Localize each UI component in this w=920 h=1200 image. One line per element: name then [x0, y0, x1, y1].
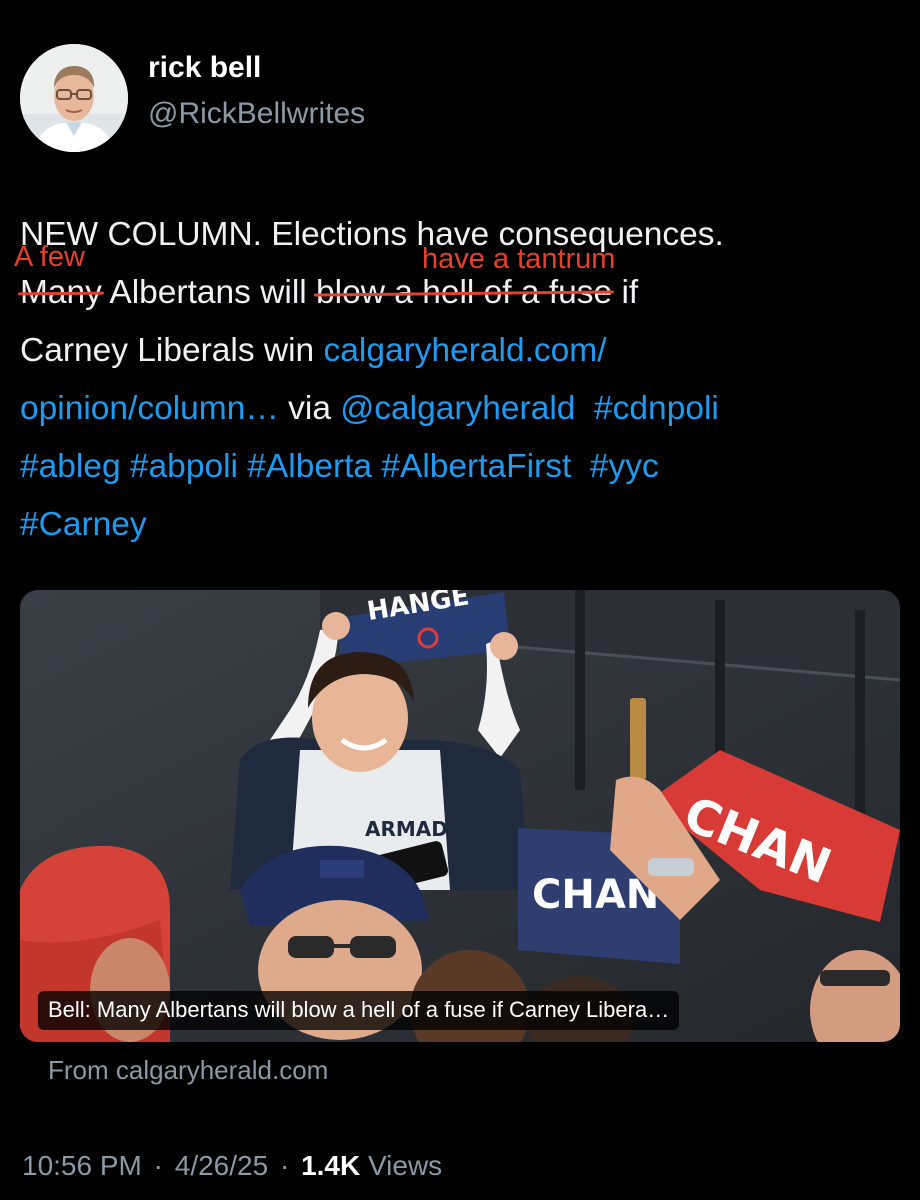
tweet-time[interactable]: 10:56 PM: [22, 1150, 142, 1181]
hashtag-alberta[interactable]: #Alberta: [247, 448, 372, 485]
tweet-meta: 10:56 PM · 4/26/25 · 1.4K Views: [22, 1148, 442, 1184]
tweet-line-3: Carney Liberals win calgaryherald.com/: [20, 322, 900, 380]
tweet-date[interactable]: 4/26/25: [175, 1150, 268, 1181]
hashtag-abpoli[interactable]: #abpoli: [130, 448, 238, 485]
struck-word-many: Many: [20, 264, 102, 322]
article-link-part1[interactable]: calgaryherald.com/: [324, 332, 607, 369]
hashtag-ableg[interactable]: #ableg: [20, 448, 121, 485]
hashtag-yyc[interactable]: #yyc: [590, 448, 659, 485]
article-link-part2[interactable]: opinion/column…: [20, 390, 279, 427]
author-handle[interactable]: @RickBellwrites: [148, 96, 365, 132]
struck-phrase: blow a hell of a fuse: [316, 264, 612, 322]
author-display-name[interactable]: rick bell: [148, 50, 261, 86]
mention-calgaryherald[interactable]: @calgaryherald: [340, 390, 575, 427]
views-label: Views: [368, 1150, 443, 1181]
tweet-line-2: Many Albertans will blow a hell of a fus…: [20, 264, 900, 322]
tweet-text: NEW COLUMN. Elections have consequences.…: [20, 206, 900, 554]
link-card-title: Bell: Many Albertans will blow a hell of…: [38, 991, 680, 1030]
link-card-photo: HANGE ARMADA CHAN CHAN: [20, 590, 900, 1042]
hashtag-cdnpoli[interactable]: #cdnpoli: [594, 390, 719, 427]
via-text: via: [278, 390, 341, 427]
tweet-line-6: #Carney: [20, 496, 900, 554]
hashtag-carney[interactable]: #Carney: [20, 506, 147, 543]
tweet-line-5: #ableg #abpoli #Alberta #AlbertaFirst #y…: [20, 438, 900, 496]
hashtag-albertafirst[interactable]: #AlbertaFirst: [381, 448, 571, 485]
tweet-line-2-mid: Albertans will: [101, 274, 317, 311]
meta-separator: ·: [279, 1150, 290, 1181]
tweet-line-4: opinion/column… via @calgaryherald #cdnp…: [20, 380, 900, 438]
tweet-line-1: NEW COLUMN. Elections have consequences.: [20, 206, 900, 264]
avatar-photo: [20, 44, 128, 152]
svg-text:ARMADA: ARMADA: [365, 817, 464, 841]
tweet-line-2-end: if: [612, 274, 639, 311]
tweet-line-1-text: NEW COLUMN. Elections have consequences.: [20, 216, 724, 253]
link-card-source[interactable]: From calgaryherald.com: [48, 1053, 328, 1087]
avatar[interactable]: [20, 44, 128, 152]
tweet-line-3-text: Carney Liberals win: [20, 332, 324, 369]
meta-separator: ·: [153, 1150, 163, 1181]
views-count: 1.4K: [301, 1150, 361, 1181]
link-card[interactable]: HANGE ARMADA CHAN CHAN Bell: Many Albert…: [20, 590, 900, 1042]
